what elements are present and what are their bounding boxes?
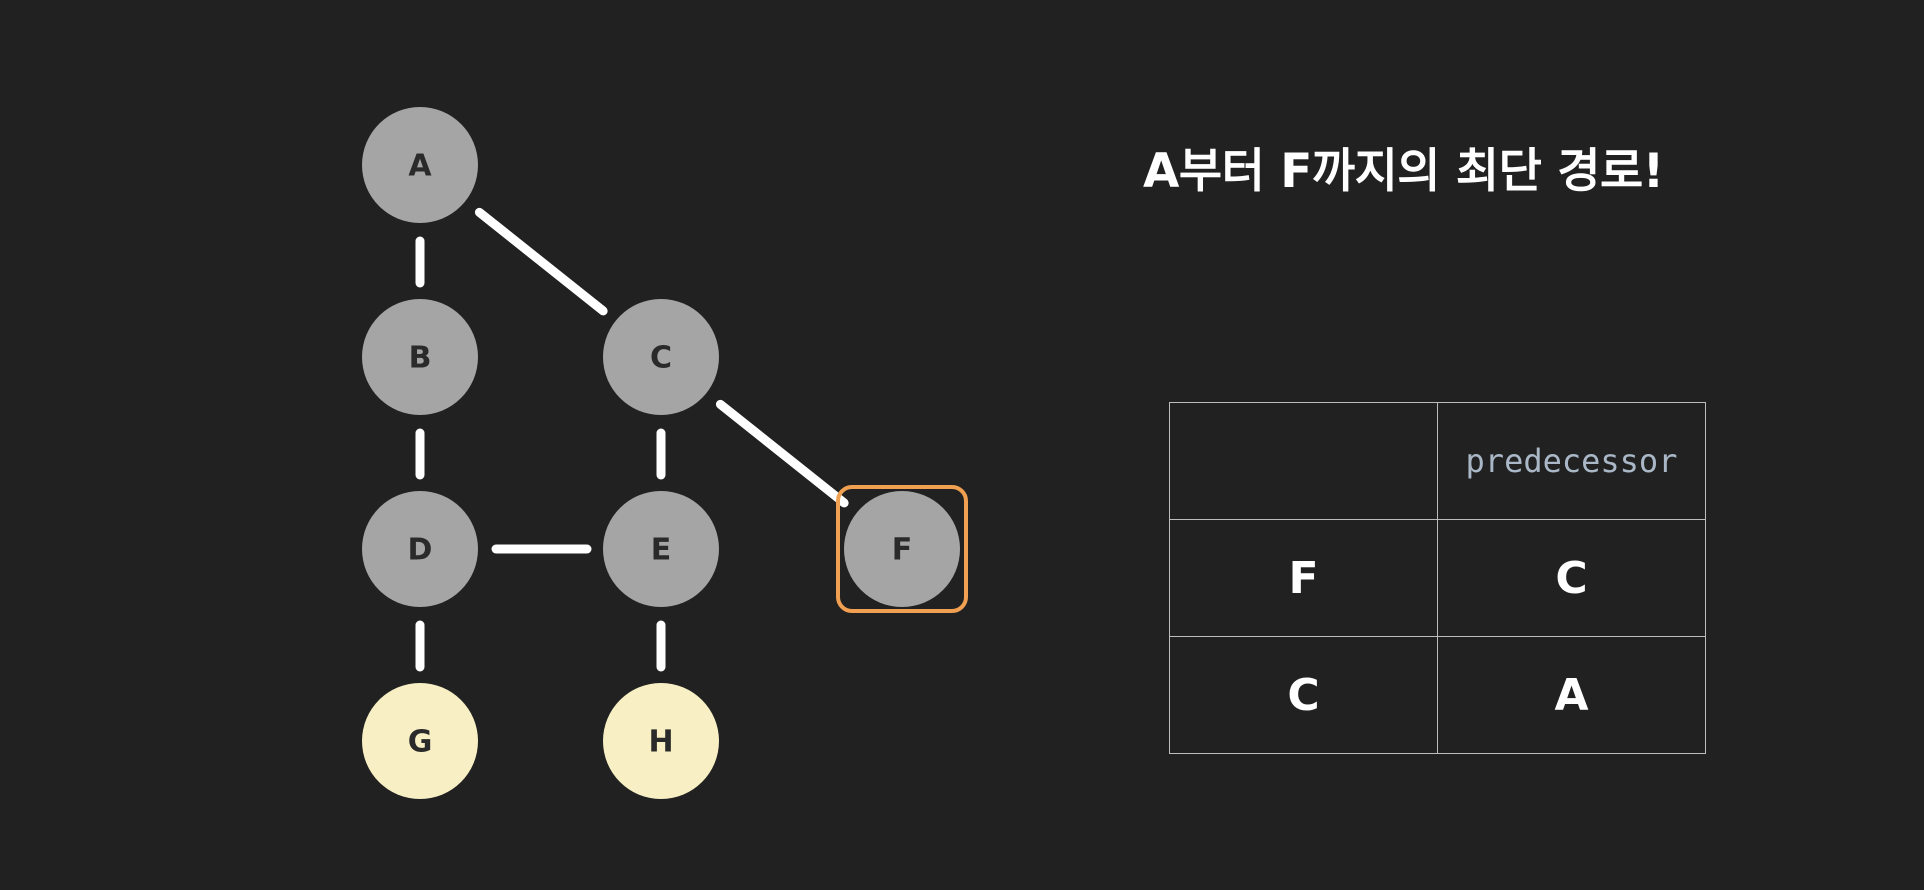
node-d: D	[362, 491, 478, 607]
edge-c-f	[715, 399, 849, 508]
node-e: E	[603, 491, 719, 607]
table-row: F C	[1169, 519, 1706, 637]
table-header-corner	[1169, 402, 1438, 520]
node-label: C	[650, 341, 672, 376]
node-label: B	[409, 341, 432, 376]
node-f: F	[836, 485, 968, 613]
node-label: F	[892, 533, 913, 568]
node-g: G	[362, 683, 478, 799]
table-header-row: predecessor	[1169, 402, 1706, 520]
node-b: B	[362, 299, 478, 415]
node-a: A	[362, 107, 478, 223]
node-h: H	[603, 683, 719, 799]
node-label: H	[648, 725, 673, 760]
canvas: A B C D E F G H A부터 F까지의 최단 경로! predecessor F C…	[0, 0, 1924, 890]
node-label: E	[651, 533, 672, 568]
graph-diagram: A B C D E F G H	[362, 107, 968, 799]
node-label: G	[408, 725, 433, 760]
page-title: A부터 F까지의 최단 경로!	[1143, 144, 1664, 199]
table-cell-node: C	[1169, 636, 1438, 754]
table-cell-predecessor: C	[1437, 519, 1706, 637]
edge-a-c	[474, 207, 608, 316]
table-cell-predecessor: A	[1437, 636, 1706, 754]
table-cell-node: F	[1169, 519, 1438, 637]
table-row: C A	[1169, 636, 1706, 754]
node-c: C	[603, 299, 719, 415]
table-header-predecessor: predecessor	[1437, 402, 1706, 520]
node-label: D	[408, 533, 433, 568]
node-label: A	[408, 149, 432, 184]
predecessor-table: predecessor F C C A	[1169, 402, 1706, 754]
